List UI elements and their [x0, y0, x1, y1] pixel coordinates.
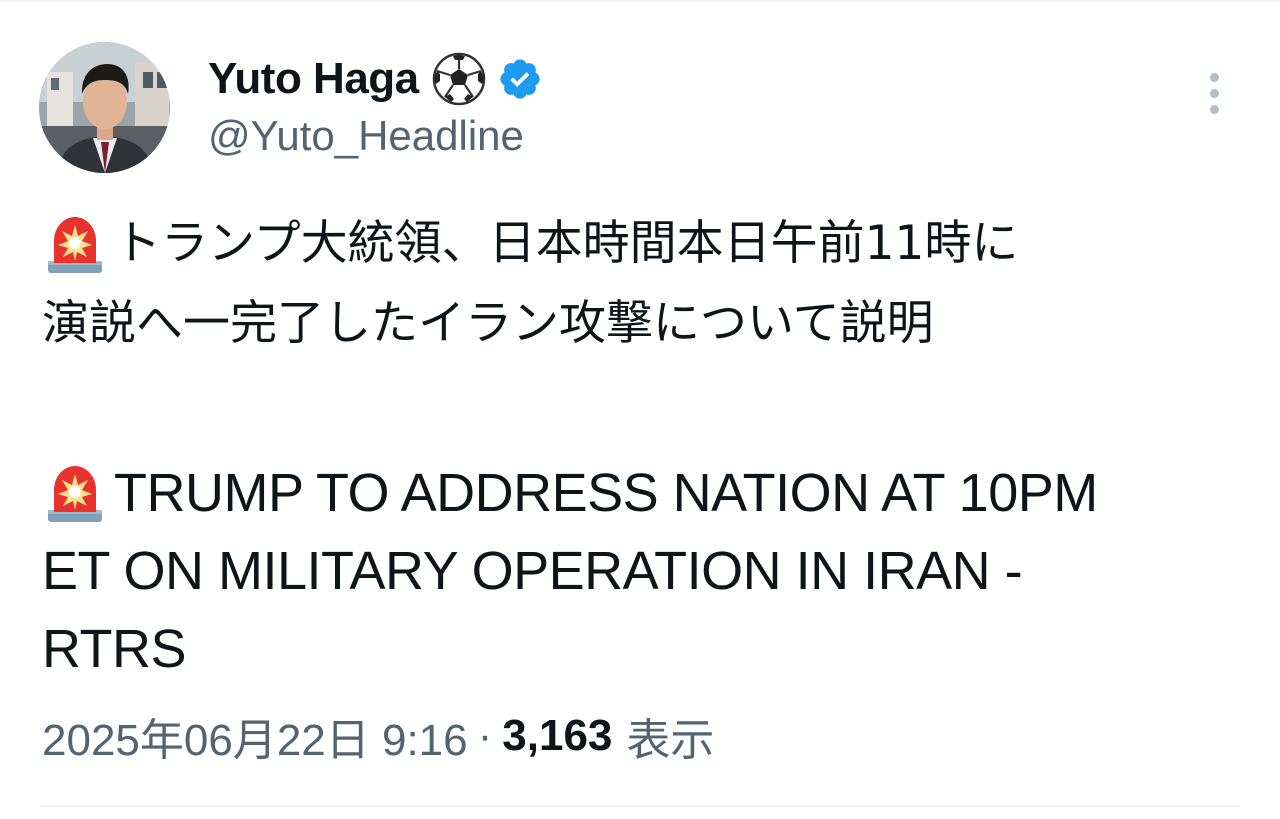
tweet-line-en-2: ET ON MILITARY OPERATION IN IRAN -	[42, 532, 1252, 610]
display-name-row[interactable]: Yuto Haga	[208, 48, 543, 110]
user-handle[interactable]: @Yuto_Headline	[208, 112, 524, 160]
views-count[interactable]: 3,163	[502, 711, 612, 761]
rotating-light-siren-icon	[48, 466, 102, 522]
tweet-text: トランプ大統領、日本時間本日午前11時に 演説へ一完了したイラン攻撃について説明…	[42, 204, 1252, 688]
tweet-line-jp-1-text: トランプ大統領、日本時間本日午前11時に	[114, 216, 1019, 271]
tweet-line-en-1-text: TRUMP TO ADDRESS NATION AT 10PM	[114, 463, 1098, 523]
avatar[interactable]	[39, 42, 170, 173]
views-label[interactable]: 表示	[626, 704, 714, 768]
tweet-line-jp-2-text: 演説へ一完了したイラン攻撃について説明	[42, 296, 934, 351]
meta-separator: ·	[477, 711, 493, 760]
tweet-line-en-1: TRUMP TO ADDRESS NATION AT 10PM	[42, 454, 1252, 532]
rotating-light-siren-icon	[48, 217, 102, 273]
divider	[40, 805, 1240, 807]
more-dot-icon	[1209, 104, 1219, 114]
avatar-photo	[39, 42, 170, 173]
more-dot-icon	[1209, 88, 1219, 98]
display-name[interactable]: Yuto Haga	[208, 54, 419, 104]
tweet-line-en-2-text: ET ON MILITARY OPERATION IN IRAN -	[42, 541, 1023, 601]
soccer-ball-icon	[432, 52, 485, 106]
verified-badge-icon[interactable]	[497, 56, 543, 102]
tweet-line-en-3: RTRS	[42, 610, 1252, 688]
tweet-meta: 2025年06月22日 9:16 · 3,163 表示	[42, 706, 714, 766]
tweet-timestamp[interactable]: 2025年06月22日 9:16	[42, 704, 468, 768]
tweet-line-jp-2: 演説へ一完了したイラン攻撃について説明	[42, 284, 1252, 364]
tweet-card: Yuto Haga @Yuto_Headline トランプ大統領、日本時間本日午…	[0, 0, 1280, 819]
more-options-button[interactable]	[1196, 68, 1232, 118]
more-dot-icon	[1209, 72, 1219, 82]
tweet-line-en-3-text: RTRS	[42, 619, 187, 679]
tweet-line-jp-1: トランプ大統領、日本時間本日午前11時に	[42, 204, 1252, 284]
